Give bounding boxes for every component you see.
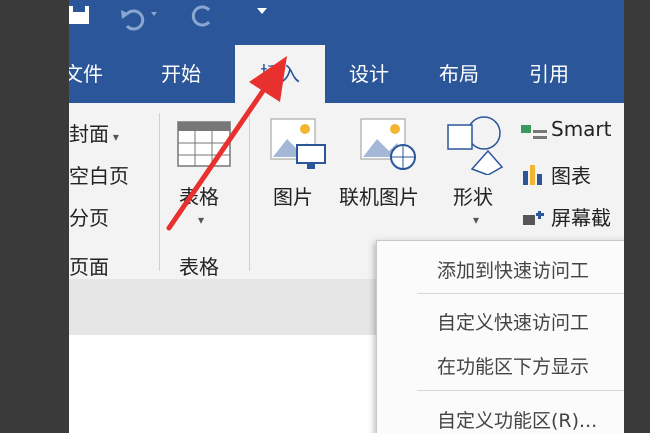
window-left-edge (0, 0, 69, 433)
annotation-arrow (166, 56, 287, 231)
word-window: 文件 开始 插入 设计 布局 引用 封面 ▾ 空白页 分页 页面 表格 ▾ 表格 (69, 0, 624, 433)
window-right-edge (624, 0, 650, 433)
